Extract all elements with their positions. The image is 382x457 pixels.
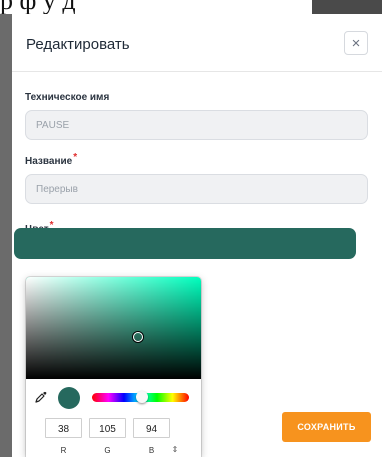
name-field[interactable] <box>25 174 368 204</box>
required-mark: * <box>73 152 78 163</box>
green-input[interactable] <box>90 420 125 439</box>
modal-backdrop <box>0 14 12 457</box>
color-swatch-field[interactable] <box>14 228 356 259</box>
close-icon: × <box>351 34 361 52</box>
blue-label: B <box>148 446 155 455</box>
technical-name-field[interactable] <box>25 110 368 140</box>
red-input-box[interactable] <box>45 418 82 439</box>
color-picker-popup: R G B ⇕ <box>26 277 201 457</box>
color-preview <box>58 387 80 409</box>
saturation-area[interactable] <box>26 277 201 379</box>
modal-header: Редактировать × <box>12 14 382 72</box>
eyedropper-icon[interactable] <box>35 391 47 403</box>
sort-updown-icon[interactable]: ⇕ <box>168 444 182 456</box>
blue-input-box[interactable] <box>133 418 170 439</box>
red-label: R <box>60 446 67 455</box>
technical-name-label: Техническое имя <box>25 92 110 103</box>
hue-slider-thumb[interactable] <box>136 391 149 403</box>
name-label: Название* <box>25 152 78 167</box>
background-heading: р ф у д <box>0 0 300 14</box>
background-page: р ф у д <box>0 0 382 14</box>
blue-input[interactable] <box>134 420 169 439</box>
technical-name-input[interactable] <box>26 111 367 139</box>
modal-title: Редактировать <box>26 36 130 53</box>
close-button[interactable]: × <box>344 31 368 55</box>
name-input[interactable] <box>26 175 367 203</box>
green-label: G <box>104 446 111 455</box>
red-input[interactable] <box>46 420 81 439</box>
save-button[interactable]: СОХРАНИТЬ <box>282 412 371 442</box>
saturation-cursor[interactable] <box>133 332 143 343</box>
green-input-box[interactable] <box>89 418 126 439</box>
background-dark-area <box>312 0 382 14</box>
